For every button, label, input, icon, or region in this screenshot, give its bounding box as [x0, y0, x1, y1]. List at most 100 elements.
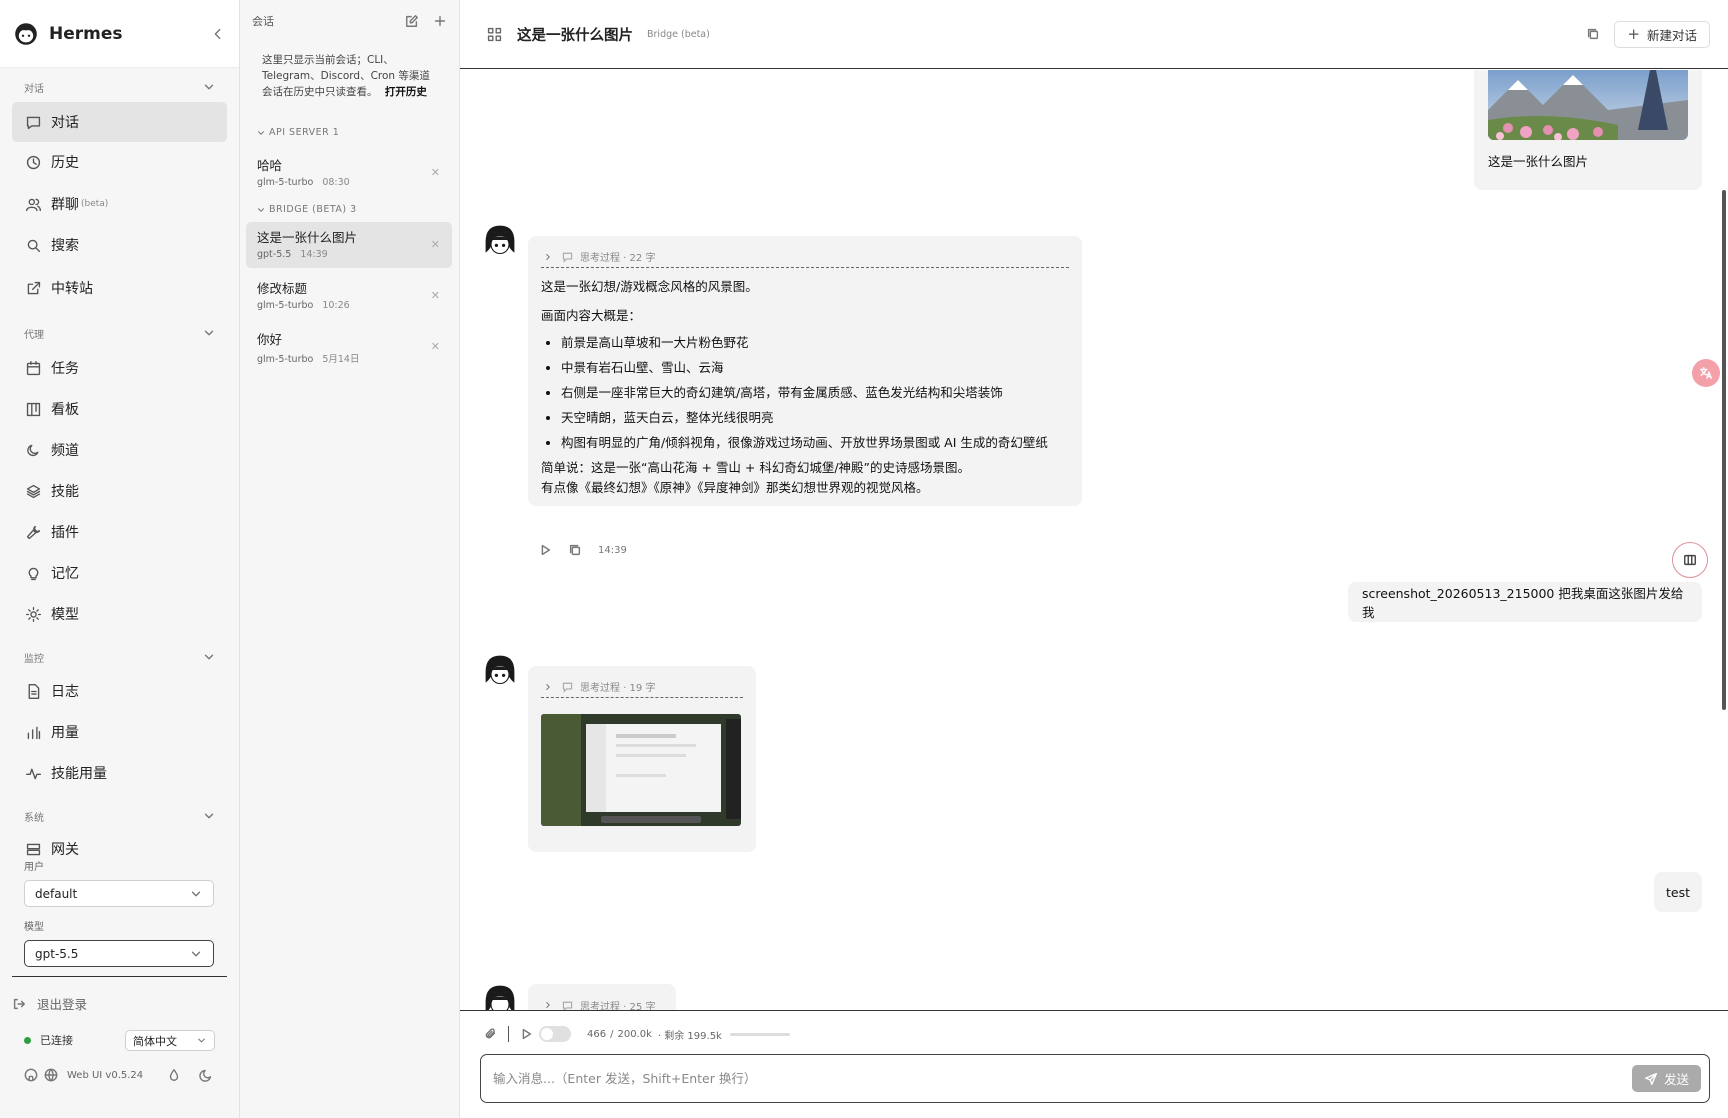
- send-icon: [1645, 1072, 1657, 1085]
- assistant-avatar: [482, 222, 518, 258]
- sidebar-item-search[interactable]: 搜索: [12, 225, 227, 265]
- user-message-caption: 这是一张什么图片: [1488, 154, 1589, 169]
- clock-icon: [26, 155, 41, 169]
- screenshot-image[interactable]: [541, 714, 741, 826]
- section-chat[interactable]: 对话: [0, 76, 240, 98]
- chat-main: 这是一张什么图片 Bridge (beta) + 新建对话 这是一张什么图片 思…: [460, 0, 1728, 1118]
- user-message: test: [1654, 872, 1702, 912]
- session-item[interactable]: 修改标题 glm-5-turbo 10:26 ✕: [246, 273, 452, 319]
- message-input-box[interactable]: 发送: [480, 1054, 1710, 1103]
- close-icon[interactable]: ✕: [431, 238, 440, 251]
- user-label: 用户: [24, 862, 44, 873]
- list-item: 天空晴朗，蓝天白云，整体光线很明亮: [561, 408, 1069, 428]
- github-icon[interactable]: [24, 1068, 38, 1082]
- list-item: 中景有岩石山壁、雪山、云海: [561, 358, 1069, 378]
- scrollbar[interactable]: [1722, 190, 1726, 710]
- copy-icon[interactable]: [1586, 27, 1600, 41]
- plus-icon: +: [1627, 25, 1640, 43]
- plus-icon[interactable]: [433, 14, 447, 28]
- chat-icon: [26, 116, 41, 129]
- calendar-icon: [26, 360, 41, 375]
- sidebar-item-channels[interactable]: 频道: [12, 430, 227, 470]
- message-list[interactable]: 这是一张什么图片 思考过程 · 22 字 这是一张幻想/游戏概念风格的风景图。 …: [460, 70, 1728, 1010]
- session-item[interactable]: 哈哈 glm-5-turbo 08:30 ✕: [246, 150, 452, 196]
- sidebar-item-group-chat[interactable]: 群聊 (beta): [12, 184, 227, 224]
- sidebar-item-relay[interactable]: 中转站: [12, 268, 227, 308]
- copy-icon[interactable]: [568, 543, 582, 557]
- sidebar-item-skill-usage[interactable]: 技能用量: [12, 753, 227, 793]
- translate-button[interactable]: [1692, 359, 1720, 387]
- wrench-icon: [26, 525, 41, 539]
- sidebar-item-tasks[interactable]: 任务: [12, 348, 227, 388]
- language-select[interactable]: 简体中文: [125, 1030, 215, 1051]
- new-chat-button[interactable]: + 新建对话: [1614, 20, 1710, 48]
- sidebar-item-models[interactable]: 模型: [12, 594, 227, 634]
- logout-button[interactable]: 退出登录: [12, 994, 87, 1013]
- sidebar-item-memory[interactable]: 记忆: [12, 553, 227, 593]
- edit-icon[interactable]: [405, 14, 419, 28]
- sidebar-item-plugins[interactable]: 插件: [12, 512, 227, 552]
- thinking-toggle[interactable]: 思考过程 · 19 字: [541, 676, 743, 698]
- message-input[interactable]: [493, 1071, 1632, 1086]
- layers-icon: [26, 484, 41, 498]
- play-icon[interactable]: [538, 543, 552, 557]
- lightbulb-icon: [28, 567, 39, 580]
- close-icon[interactable]: ✕: [431, 340, 440, 353]
- close-icon[interactable]: ✕: [431, 166, 440, 179]
- sidebar-item-board[interactable]: 看板: [12, 389, 227, 429]
- chevron-down-icon: [258, 130, 264, 135]
- sidebar-item-history[interactable]: 历史: [12, 142, 227, 182]
- assistant-avatar: [482, 652, 518, 688]
- sun-icon: [26, 606, 41, 622]
- moon-icon: [27, 444, 39, 456]
- send-button[interactable]: 发送: [1631, 1065, 1701, 1092]
- session-item[interactable]: 你好 glm-5-turbo 5月14日 ✕: [246, 324, 452, 370]
- group-api-server[interactable]: API SERVER 1: [256, 127, 339, 138]
- paperclip-icon[interactable]: [484, 1027, 498, 1041]
- sessions-panel: 会话 这里只显示当前会话；CLI、Telegram、Discord、Cron 等…: [240, 0, 460, 1118]
- sidebar-item-logs[interactable]: 日志: [12, 671, 227, 711]
- model-select[interactable]: gpt-5.5: [24, 940, 214, 967]
- close-icon[interactable]: ✕: [431, 289, 440, 302]
- split-view-button[interactable]: [1672, 542, 1708, 578]
- kanban-icon: [26, 402, 41, 416]
- assistant-message: 思考过程 · 19 字: [528, 666, 756, 852]
- play-icon[interactable]: [519, 1027, 533, 1041]
- list-item: 右侧是一座非常巨大的奇幻建筑/高塔，带有金属质感、蓝色发光结构和尖塔装饰: [561, 383, 1069, 403]
- voice-toggle[interactable]: [539, 1026, 571, 1042]
- file-text-icon: [28, 683, 40, 699]
- sidebar-item-usage[interactable]: 用量: [12, 712, 227, 752]
- thinking-toggle[interactable]: 思考过程 · 22 字: [541, 246, 1069, 268]
- tokens-used: 466: [587, 1028, 607, 1040]
- section-system[interactable]: 系统: [0, 805, 240, 827]
- tokens-remaining: · 剩余 199.5k: [657, 1030, 722, 1042]
- sessions-note: 这里只显示当前会话；CLI、Telegram、Discord、Cron 等渠道会…: [262, 54, 430, 98]
- section-monitor[interactable]: 监控: [0, 646, 240, 668]
- divider: [508, 1026, 509, 1042]
- drop-icon[interactable]: [167, 1068, 181, 1082]
- chevron-down-icon: [204, 330, 214, 336]
- group-bridge[interactable]: BRIDGE (BETA) 3: [256, 204, 357, 215]
- user-select[interactable]: default: [24, 880, 214, 907]
- session-item-active[interactable]: 这是一张什么图片 gpt-5.5 14:39 ✕: [246, 222, 452, 268]
- collapse-sidebar-icon[interactable]: [211, 27, 225, 41]
- chat-title: 这是一张什么图片: [517, 27, 633, 44]
- moon-icon[interactable]: [199, 1068, 213, 1082]
- user-message-image: 这是一张什么图片: [1474, 70, 1702, 190]
- open-history-link[interactable]: 打开历史: [385, 86, 427, 98]
- sidebar-item-chat[interactable]: 对话: [12, 102, 227, 142]
- globe-icon[interactable]: [44, 1068, 58, 1082]
- grid-icon[interactable]: [486, 26, 503, 43]
- columns-icon: [1684, 554, 1696, 566]
- sessions-header: 会话: [240, 0, 459, 42]
- chevron-right-icon: [546, 253, 550, 260]
- sidebar-item-gateway[interactable]: 网关: [12, 830, 227, 868]
- section-agent[interactable]: 代理: [0, 322, 240, 344]
- tokens-total: 200.0k: [617, 1028, 652, 1040]
- list-item: 构图有明显的广角/倾斜视角，很像游戏过场动画、开放世界场景图或 AI 生成的奇幻…: [561, 433, 1069, 453]
- external-link-icon: [27, 281, 41, 294]
- thinking-toggle[interactable]: 思考过程 · 25 字: [541, 994, 663, 1010]
- sidebar-item-skills[interactable]: 技能: [12, 471, 227, 511]
- chat-subtitle: Bridge (beta): [647, 28, 710, 40]
- landscape-image[interactable]: [1488, 70, 1688, 140]
